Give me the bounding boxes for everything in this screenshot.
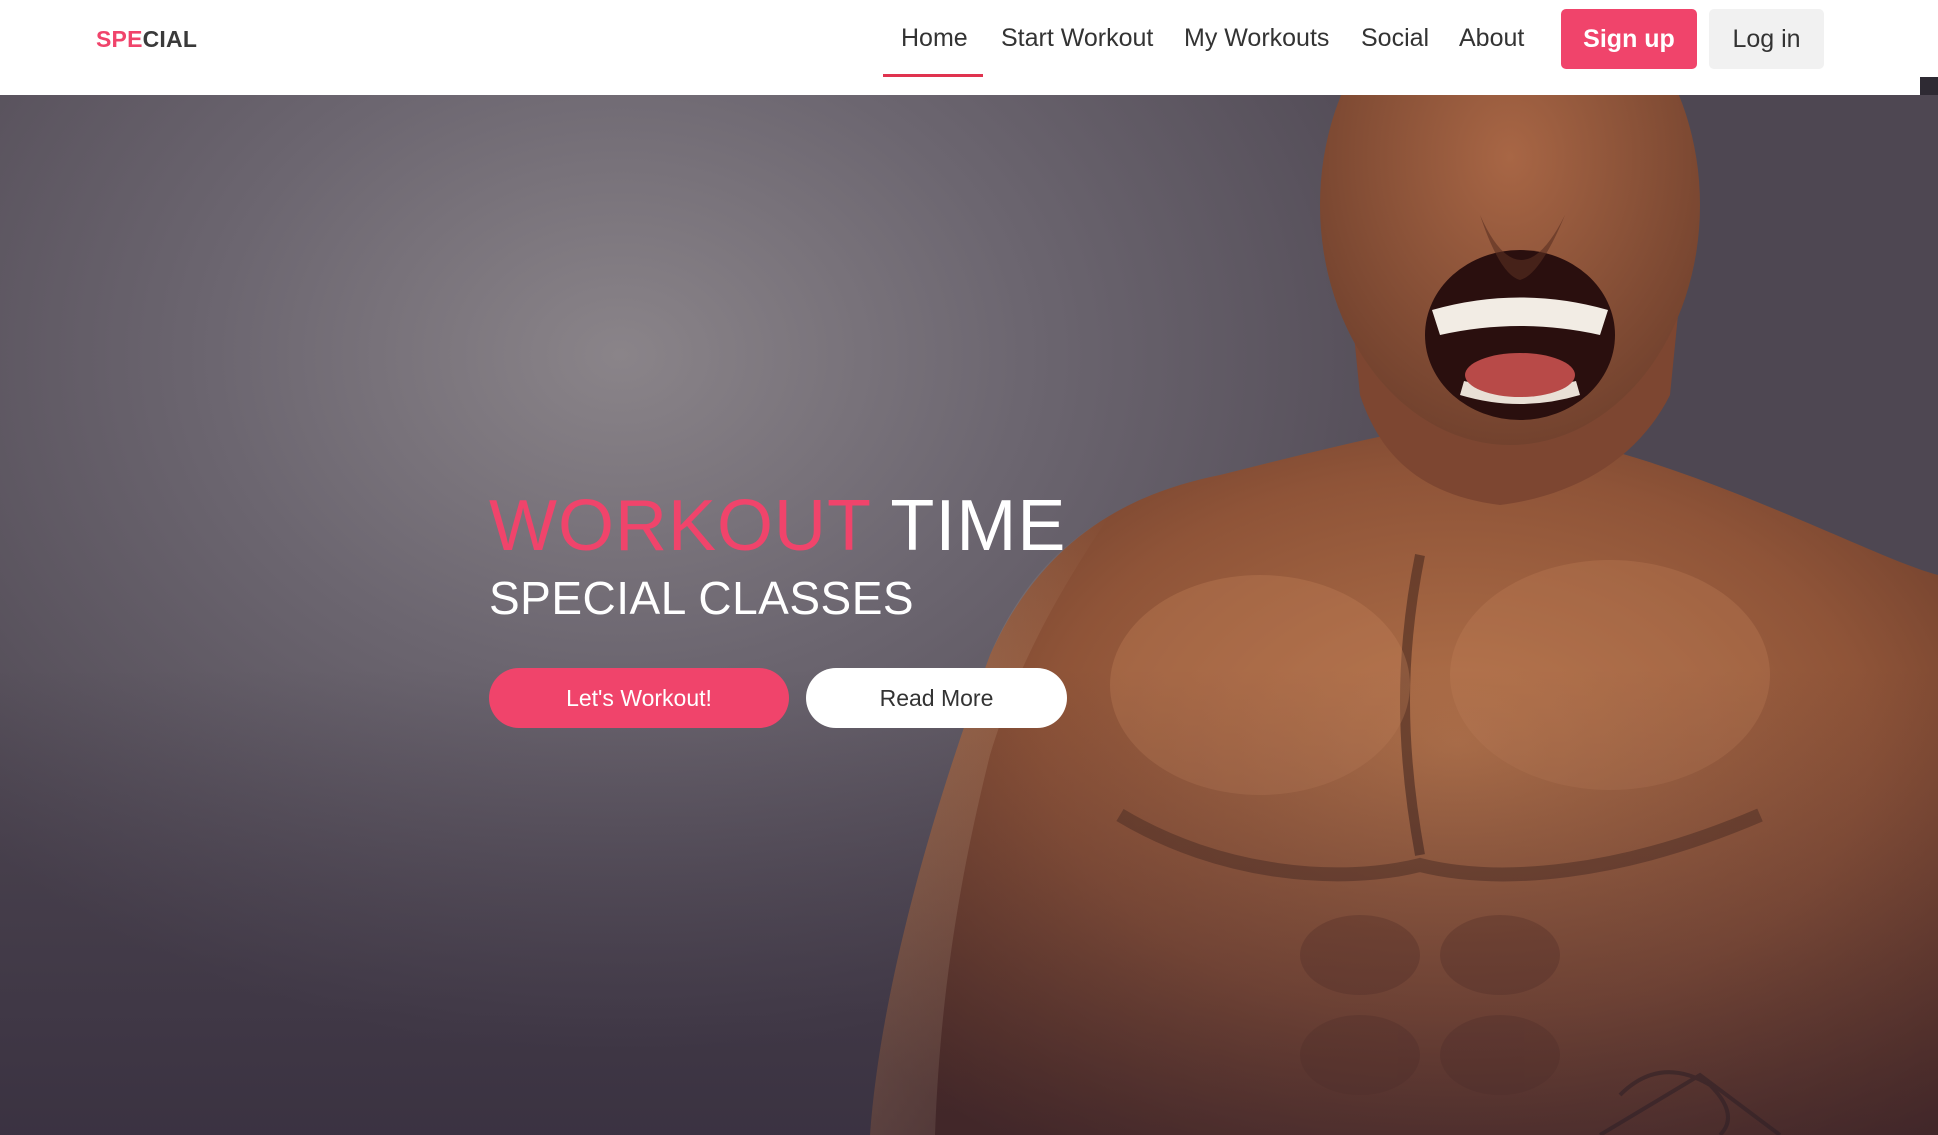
nav-link-social[interactable]: Social <box>1361 24 1429 53</box>
hero-subtitle: SPECIAL CLASSES <box>489 572 915 624</box>
nav-link-about[interactable]: About <box>1459 24 1524 53</box>
login-button[interactable]: Log in <box>1709 9 1824 69</box>
hero-bottom-shade <box>0 95 1938 1135</box>
brand-logo-rest: CIAL <box>142 26 198 52</box>
hero-section: WORKOUT TIME SPECIAL CLASSES Let's Worko… <box>0 95 1938 1135</box>
hero-title: WORKOUT TIME <box>489 490 1066 562</box>
nav-link-start-workout[interactable]: Start Workout <box>1001 24 1153 53</box>
active-nav-underline <box>883 74 983 77</box>
brand-logo[interactable]: SPECIAL <box>96 26 197 53</box>
hero-title-rest: TIME <box>890 486 1067 566</box>
lets-workout-button[interactable]: Let's Workout! <box>489 668 789 728</box>
nav-link-home[interactable]: Home <box>901 24 968 53</box>
top-navbar: SPECIAL Home Start Workout My Workouts S… <box>0 0 1920 95</box>
brand-logo-accent: SPE <box>96 26 143 52</box>
nav-link-my-workouts[interactable]: My Workouts <box>1184 24 1329 53</box>
read-more-button[interactable]: Read More <box>806 668 1067 728</box>
signup-button[interactable]: Sign up <box>1561 9 1697 69</box>
hero-title-accent: WORKOUT <box>489 486 871 566</box>
navbar-edge-fill <box>1920 0 1938 77</box>
